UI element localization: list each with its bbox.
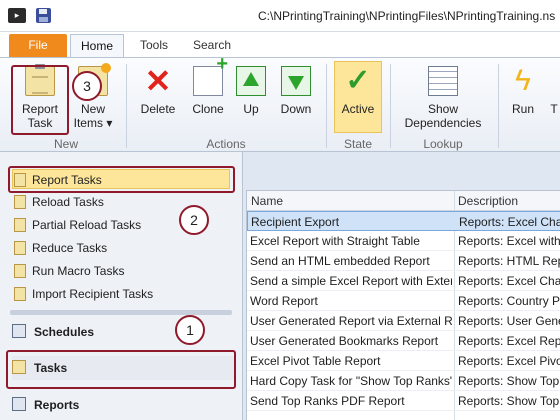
callout-box-report-tasks [8, 166, 235, 193]
ribbon-divider [390, 64, 391, 148]
clone-icon [193, 57, 228, 96]
tab-tools[interactable]: Tools [130, 34, 178, 57]
table-row[interactable]: Excel Pivot Table Report Reports: Excel … [247, 351, 560, 371]
table-row[interactable]: User Generated Report via External Req R… [247, 311, 560, 331]
ribbon-divider [326, 64, 327, 148]
sidebar-item-reduce-tasks[interactable]: Reduce Tasks [14, 238, 107, 258]
table-row[interactable]: Send Top Ranks PDF Report Reports: Show … [247, 391, 560, 411]
tab-file[interactable]: File [9, 34, 67, 57]
column-header-name[interactable]: Name [251, 194, 283, 208]
group-label-state: State [343, 137, 373, 151]
move-down-button[interactable]: Down [276, 62, 316, 116]
ribbon-divider [126, 64, 127, 148]
group-label-actions: Actions [206, 137, 246, 151]
group-label-lookup: Lookup [423, 137, 463, 151]
app-icon[interactable]: ▸ [8, 8, 26, 23]
show-dependencies-button[interactable]: Show Dependencies [400, 62, 486, 130]
ribbon-tabs: File Home Tools Search [0, 32, 560, 57]
table-row[interactable]: Recipient Export Reports: Excel Chart [247, 211, 560, 231]
truncated-ribbon-button[interactable]: T [548, 62, 560, 116]
sidebar-item-partial-reload-tasks[interactable]: Partial Reload Tasks [14, 215, 141, 235]
table-row[interactable]: Excel Report with Straight Table Reports… [247, 231, 560, 251]
group-label-new: New [53, 137, 78, 151]
ribbon-divider [498, 64, 499, 148]
dependencies-grid-icon [428, 66, 458, 96]
table-row[interactable]: Send a simple Excel Report with External… [247, 271, 560, 291]
active-button[interactable]: ✓ Active [334, 62, 382, 117]
tab-home[interactable]: Home [70, 34, 124, 57]
schedules-icon [12, 324, 26, 338]
sidebar-item-reload-tasks[interactable]: Reload Tasks [14, 192, 104, 212]
table-row[interactable]: Send an HTML embedded Report Reports: HT… [247, 251, 560, 271]
sidebar-item-import-recipient-tasks[interactable]: Import Recipient Tasks [14, 284, 153, 304]
callout-badge-2: 2 [179, 205, 209, 235]
delete-x-icon: ✕ [144, 63, 172, 99]
task-icon [14, 287, 26, 301]
move-up-button[interactable]: Up [234, 62, 268, 116]
run-button[interactable]: ϟ Run [506, 62, 540, 117]
callout-box-tasks [6, 350, 236, 389]
table-row[interactable]: User Generated Bookmarks Report Reports:… [247, 331, 560, 351]
section-reports[interactable]: Reports [12, 393, 236, 417]
task-icon [14, 241, 26, 255]
arrow-up-icon [236, 66, 266, 96]
lightning-icon: ϟ [515, 64, 531, 97]
task-icon [14, 195, 26, 209]
callout-badge-1: 1 [175, 315, 205, 345]
arrow-down-icon [281, 66, 311, 96]
grid-header: Name Description [247, 191, 560, 211]
table-row[interactable]: Word Report Reports: Country Pa [247, 291, 560, 311]
clone-button[interactable]: Clone [186, 57, 230, 116]
sidebar-item-run-macro-tasks[interactable]: Run Macro Tasks [14, 261, 124, 281]
checkmark-icon: ✓ [345, 64, 371, 97]
callout-badge-3: 3 [72, 71, 102, 101]
callout-box-report-task [11, 65, 69, 135]
window-title: C:\NPrintingTraining\NPrintingFiles\NPri… [258, 9, 556, 23]
tab-search[interactable]: Search [184, 34, 240, 57]
task-icon [14, 218, 26, 232]
column-header-description[interactable]: Description [458, 194, 518, 208]
tasks-grid: Name Description Recipient Export Report… [246, 190, 560, 420]
save-icon[interactable] [36, 8, 51, 23]
reports-icon [12, 397, 26, 411]
table-row[interactable]: Hard Copy Task for "Show Top Ranks" Repo… [247, 371, 560, 391]
panel-splitter[interactable] [10, 310, 232, 315]
delete-button[interactable]: ✕ Delete [136, 62, 180, 116]
task-icon [14, 264, 26, 278]
title-bar: ▸ C:\NPrintingTraining\NPrintingFiles\NP… [0, 0, 560, 32]
